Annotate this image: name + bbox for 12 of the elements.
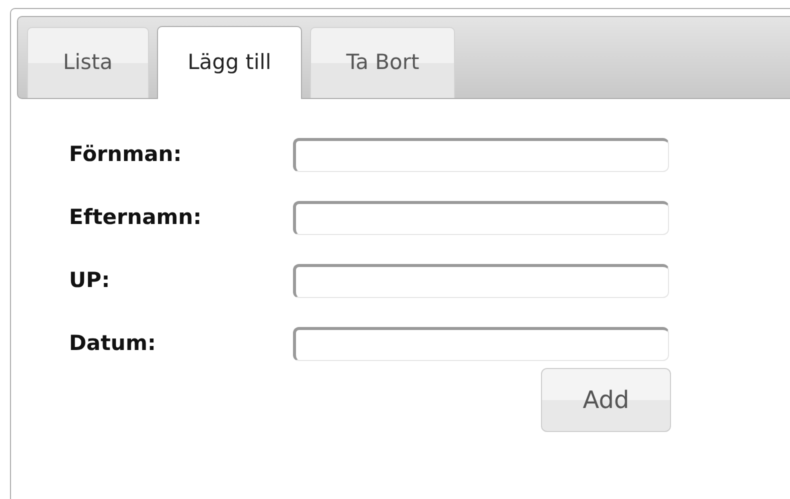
tab[interactable]: Lägg till [156,26,302,99]
field-label: Förnman: [69,141,183,168]
tab[interactable]: Lista [27,27,149,98]
field-label: UP: [69,267,111,294]
add-button[interactable]: Add [541,368,671,432]
input-field[interactable] [293,327,669,361]
input-field[interactable] [293,201,669,235]
input-field[interactable] [293,264,669,298]
input-field[interactable] [293,138,669,172]
field-label: Efternamn: [69,204,202,232]
field-label: Datum: [69,330,157,358]
tab[interactable]: Ta Bort [310,27,456,98]
